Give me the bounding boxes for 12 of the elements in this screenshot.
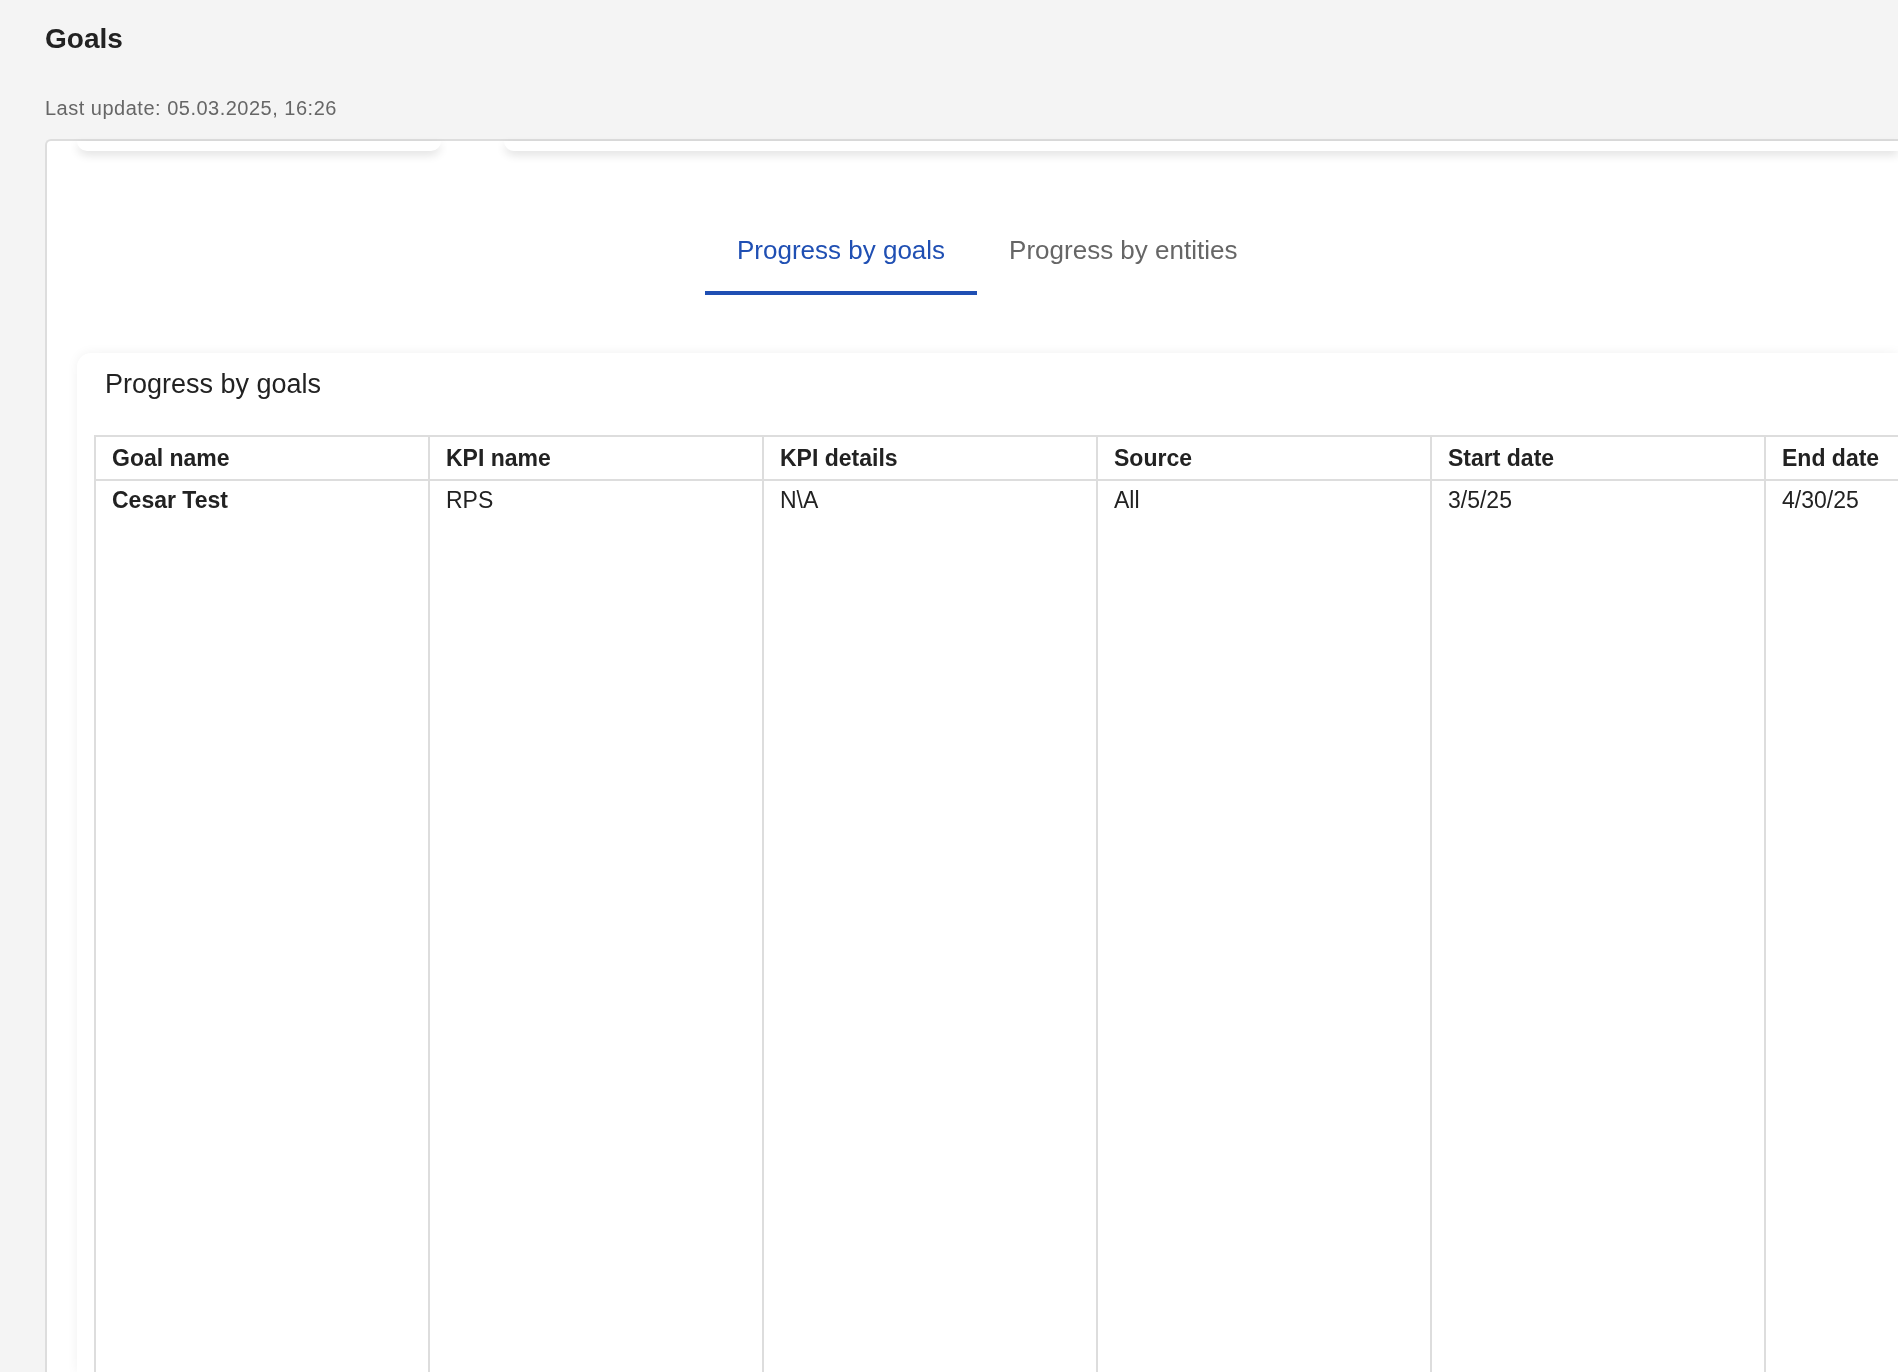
column-header: Source xyxy=(1097,436,1431,480)
column-header: End date xyxy=(1765,436,1898,480)
column-header: KPI details xyxy=(763,436,1097,480)
last-update-text: Last update: 05.03.2025, 16:26 xyxy=(45,96,338,120)
column-header: KPI name xyxy=(429,436,763,480)
card-title: Progress by goals xyxy=(104,368,323,401)
page-title: Goals xyxy=(45,22,124,56)
column-header: Goal name xyxy=(95,436,429,480)
column-header: Start date xyxy=(1431,436,1765,480)
tab[interactable]: Progress by entities xyxy=(977,233,1270,295)
tab[interactable]: Progress by goals xyxy=(705,233,978,295)
table-cell: Cesar Test xyxy=(95,480,429,1372)
